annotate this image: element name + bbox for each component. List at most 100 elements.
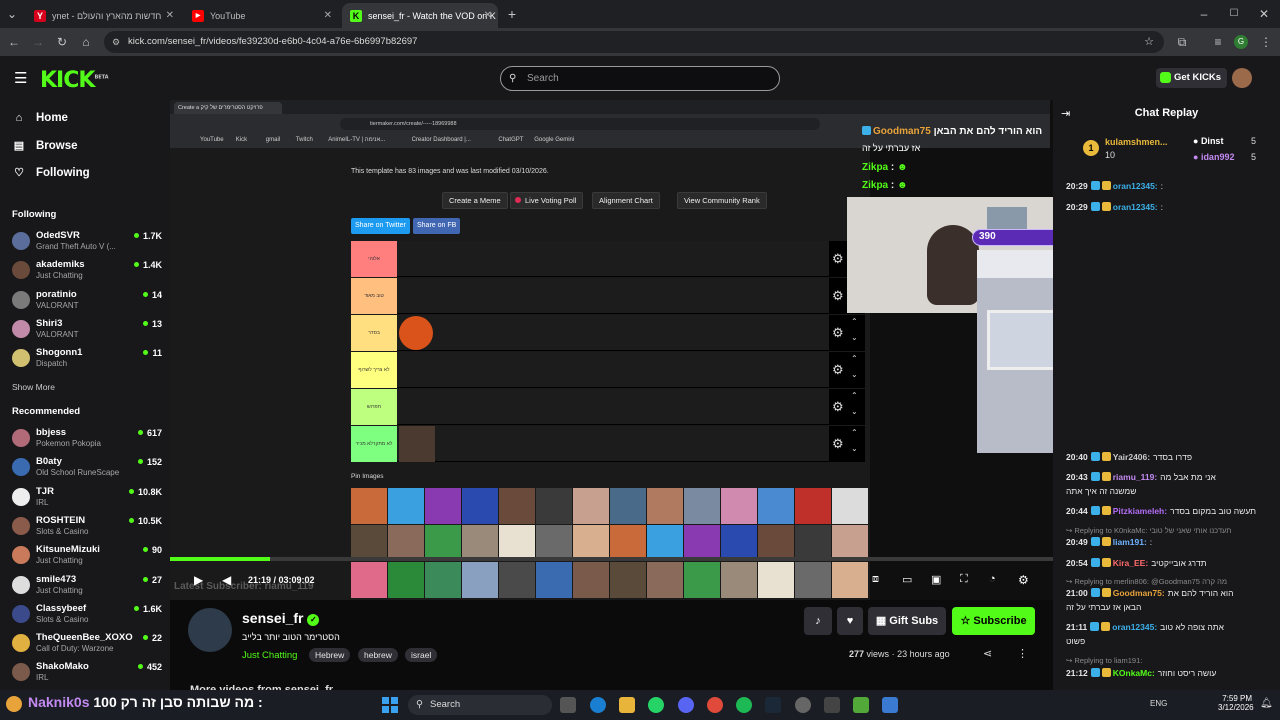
chrome-taskbar-icon[interactable] [707, 697, 723, 713]
theater-icon[interactable]: ▭ [902, 573, 912, 586]
sidebar-channel[interactable]: bbjess Pokemon Pokopia 617 [12, 427, 162, 455]
tab-kick[interactable]: K sensei_fr - Watch the VOD on K ✕ [342, 3, 498, 28]
close-tab-icon[interactable]: ✕ [484, 10, 492, 21]
tab-ynet[interactable]: Y ynet - חדשות מהארץ והעולם ✕ [26, 3, 180, 28]
sidebar-channel[interactable]: ROSHTEIN Slots & Casino 10.5K [12, 515, 162, 543]
edge-taskbar-icon[interactable] [590, 697, 606, 713]
volume-icon[interactable]: ◀ [222, 573, 231, 587]
search-input[interactable]: ⚲ Search [500, 66, 780, 91]
chat-username[interactable]: oran12345: [1113, 181, 1158, 191]
follow-heart-icon[interactable]: ♥ [837, 607, 863, 635]
menu-icon[interactable]: ⋮ [1258, 34, 1274, 50]
home-icon[interactable]: ⌂ [78, 34, 94, 50]
hamburger-menu-icon[interactable]: ☰ [14, 69, 27, 87]
kick-logo[interactable]: KICKBETA [40, 68, 109, 93]
url-bar[interactable]: ⚙ kick.com/sensei_fr/videos/fe39230d-e6b… [104, 31, 1164, 53]
gift-subs-button[interactable]: ▦ Gift Subs [868, 607, 946, 635]
minimize-icon[interactable]: – [1196, 6, 1212, 22]
chat-username[interactable]: liam191: [1113, 537, 1147, 547]
speed-icon[interactable]: ◔ [989, 573, 996, 585]
chat-username[interactable]: Goodman75: [1113, 588, 1165, 598]
get-kicks-button[interactable]: Get KICKs [1156, 68, 1227, 88]
sidebar-channel[interactable]: TheQueenBee_XOXO Call of Duty: Warzone 22 [12, 632, 162, 660]
profile-avatar[interactable]: G [1234, 35, 1248, 49]
more-options-icon[interactable]: ⋮ [1017, 647, 1028, 660]
tab-search-icon[interactable]: ⌄ [4, 6, 20, 22]
channel-avatar[interactable] [188, 608, 232, 652]
sidebar-channel[interactable]: poratinio VALORANT 14 [12, 289, 162, 317]
move-up-icon: ⌃ [851, 391, 858, 400]
fullscreen-icon[interactable]: ⛶ [960, 573, 968, 586]
maximize-icon[interactable]: ☐ [1226, 6, 1242, 22]
steam-taskbar-icon[interactable] [765, 697, 781, 713]
spotify-taskbar-icon[interactable] [736, 697, 752, 713]
folder-taskbar-icon[interactable] [619, 697, 635, 713]
chat-text: אני מת אבל מה [1160, 472, 1216, 482]
user-avatar[interactable] [1232, 68, 1252, 88]
whatsapp-taskbar-icon[interactable] [648, 697, 664, 713]
subscribe-button[interactable]: ☆ Subscribe [952, 607, 1035, 635]
site-info-icon[interactable]: ⚙ [112, 31, 120, 53]
back-icon[interactable]: ← [6, 34, 22, 50]
chat-username[interactable]: oran12345: [1112, 622, 1157, 632]
pin-image [795, 562, 831, 598]
sidebar-channel[interactable]: Shogonn1 Dispatch 11 [12, 347, 162, 375]
extensions-icon[interactable]: ⧉ [1174, 34, 1190, 50]
sidebar-channel[interactable]: smile473 Just Chatting 27 [12, 574, 162, 602]
views-label: views [866, 649, 890, 659]
sidebar-channel[interactable]: KitsuneMizuki Just Chatting 90 [12, 544, 162, 572]
clock[interactable]: 7:59 PM 3/12/2026 [1218, 694, 1254, 712]
sidebar-channel[interactable]: TJR IRL 10.8K [12, 486, 162, 514]
file-explorer-taskbar-icon[interactable] [560, 697, 576, 713]
sidebar-channel[interactable]: Shiri3 VALORANT 13 [12, 318, 162, 346]
nav-home[interactable]: ⌂ Home [12, 112, 68, 124]
bookmark-star-icon[interactable]: ☆ [1144, 31, 1154, 53]
nav-browse[interactable]: ▤ Browse [12, 139, 78, 153]
tab-youtube[interactable]: ▶ YouTube ✕ [184, 3, 338, 28]
reload-icon[interactable]: ↻ [54, 34, 70, 50]
media-icon[interactable]: ≡ [1210, 34, 1226, 50]
settings-gear-icon[interactable]: ⚙ [1018, 573, 1029, 587]
chat-username[interactable]: riamu_119: [1113, 472, 1157, 482]
progress-bar[interactable] [170, 557, 1053, 561]
windows-start-icon[interactable] [382, 697, 398, 713]
forward-icon[interactable]: → [30, 34, 46, 50]
sidebar-channel[interactable]: Classybeef Slots & Casino 1.6K [12, 603, 162, 631]
close-tab-icon[interactable]: ✕ [166, 10, 174, 21]
stream-category[interactable]: Just Chatting [242, 650, 297, 661]
notification-bell-icon[interactable]: ♪ [804, 607, 832, 635]
discord-taskbar-icon[interactable] [678, 697, 694, 713]
taskbar-search[interactable]: ⚲ Search [408, 695, 552, 715]
tag-israel[interactable]: israel [405, 648, 438, 662]
widget-icon[interactable] [6, 696, 22, 712]
new-tab-button[interactable]: + [504, 6, 520, 22]
obs-taskbar-icon[interactable] [795, 697, 811, 713]
close-window-icon[interactable]: ✕ [1256, 6, 1272, 22]
tag-hebrew-lower[interactable]: hebrew [358, 648, 398, 662]
show-more-button[interactable]: Show More [12, 382, 55, 392]
language-indicator[interactable]: ENG [1150, 699, 1167, 708]
pin-image [573, 488, 609, 524]
sidebar-channel[interactable]: ShakoMako IRL 452 [12, 661, 162, 689]
minecraft-taskbar-icon[interactable] [853, 697, 869, 713]
chat-username[interactable]: oran12345: [1113, 202, 1158, 212]
close-tab-icon[interactable]: ✕ [324, 10, 332, 21]
sidebar-channel[interactable]: B0aty Old School RuneScape 152 [12, 456, 162, 484]
nav-following[interactable]: ♡ Following [12, 166, 90, 180]
chat-username[interactable]: Yair2406: [1113, 452, 1150, 462]
logo-beta: BETA [94, 74, 109, 81]
pip-icon[interactable]: ▣ [931, 573, 941, 586]
chat-username[interactable]: Pitzkiameleh: [1113, 506, 1167, 516]
sidebar-channel[interactable]: akademiks Just Chatting 1.4K [12, 259, 162, 287]
notepad-taskbar-icon[interactable] [882, 697, 898, 713]
clip-icon[interactable]: ⧈ [872, 573, 879, 586]
chat-username[interactable]: Kira_EE: [1113, 558, 1148, 568]
app-taskbar-icon[interactable] [824, 697, 840, 713]
tag-hebrew[interactable]: Hebrew [309, 648, 351, 662]
notification-icon[interactable]: 🔔︎ [1260, 698, 1273, 709]
sidebar-channel[interactable]: OdedSVR Grand Theft Auto V (... 1.7K [12, 230, 162, 258]
play-icon[interactable]: ▶ [194, 573, 203, 587]
channel-name[interactable]: sensei_fr ✓ [242, 610, 320, 626]
share-icon[interactable]: ⋖ [983, 647, 992, 660]
chat-username[interactable]: KOnkaMc: [1113, 668, 1155, 678]
